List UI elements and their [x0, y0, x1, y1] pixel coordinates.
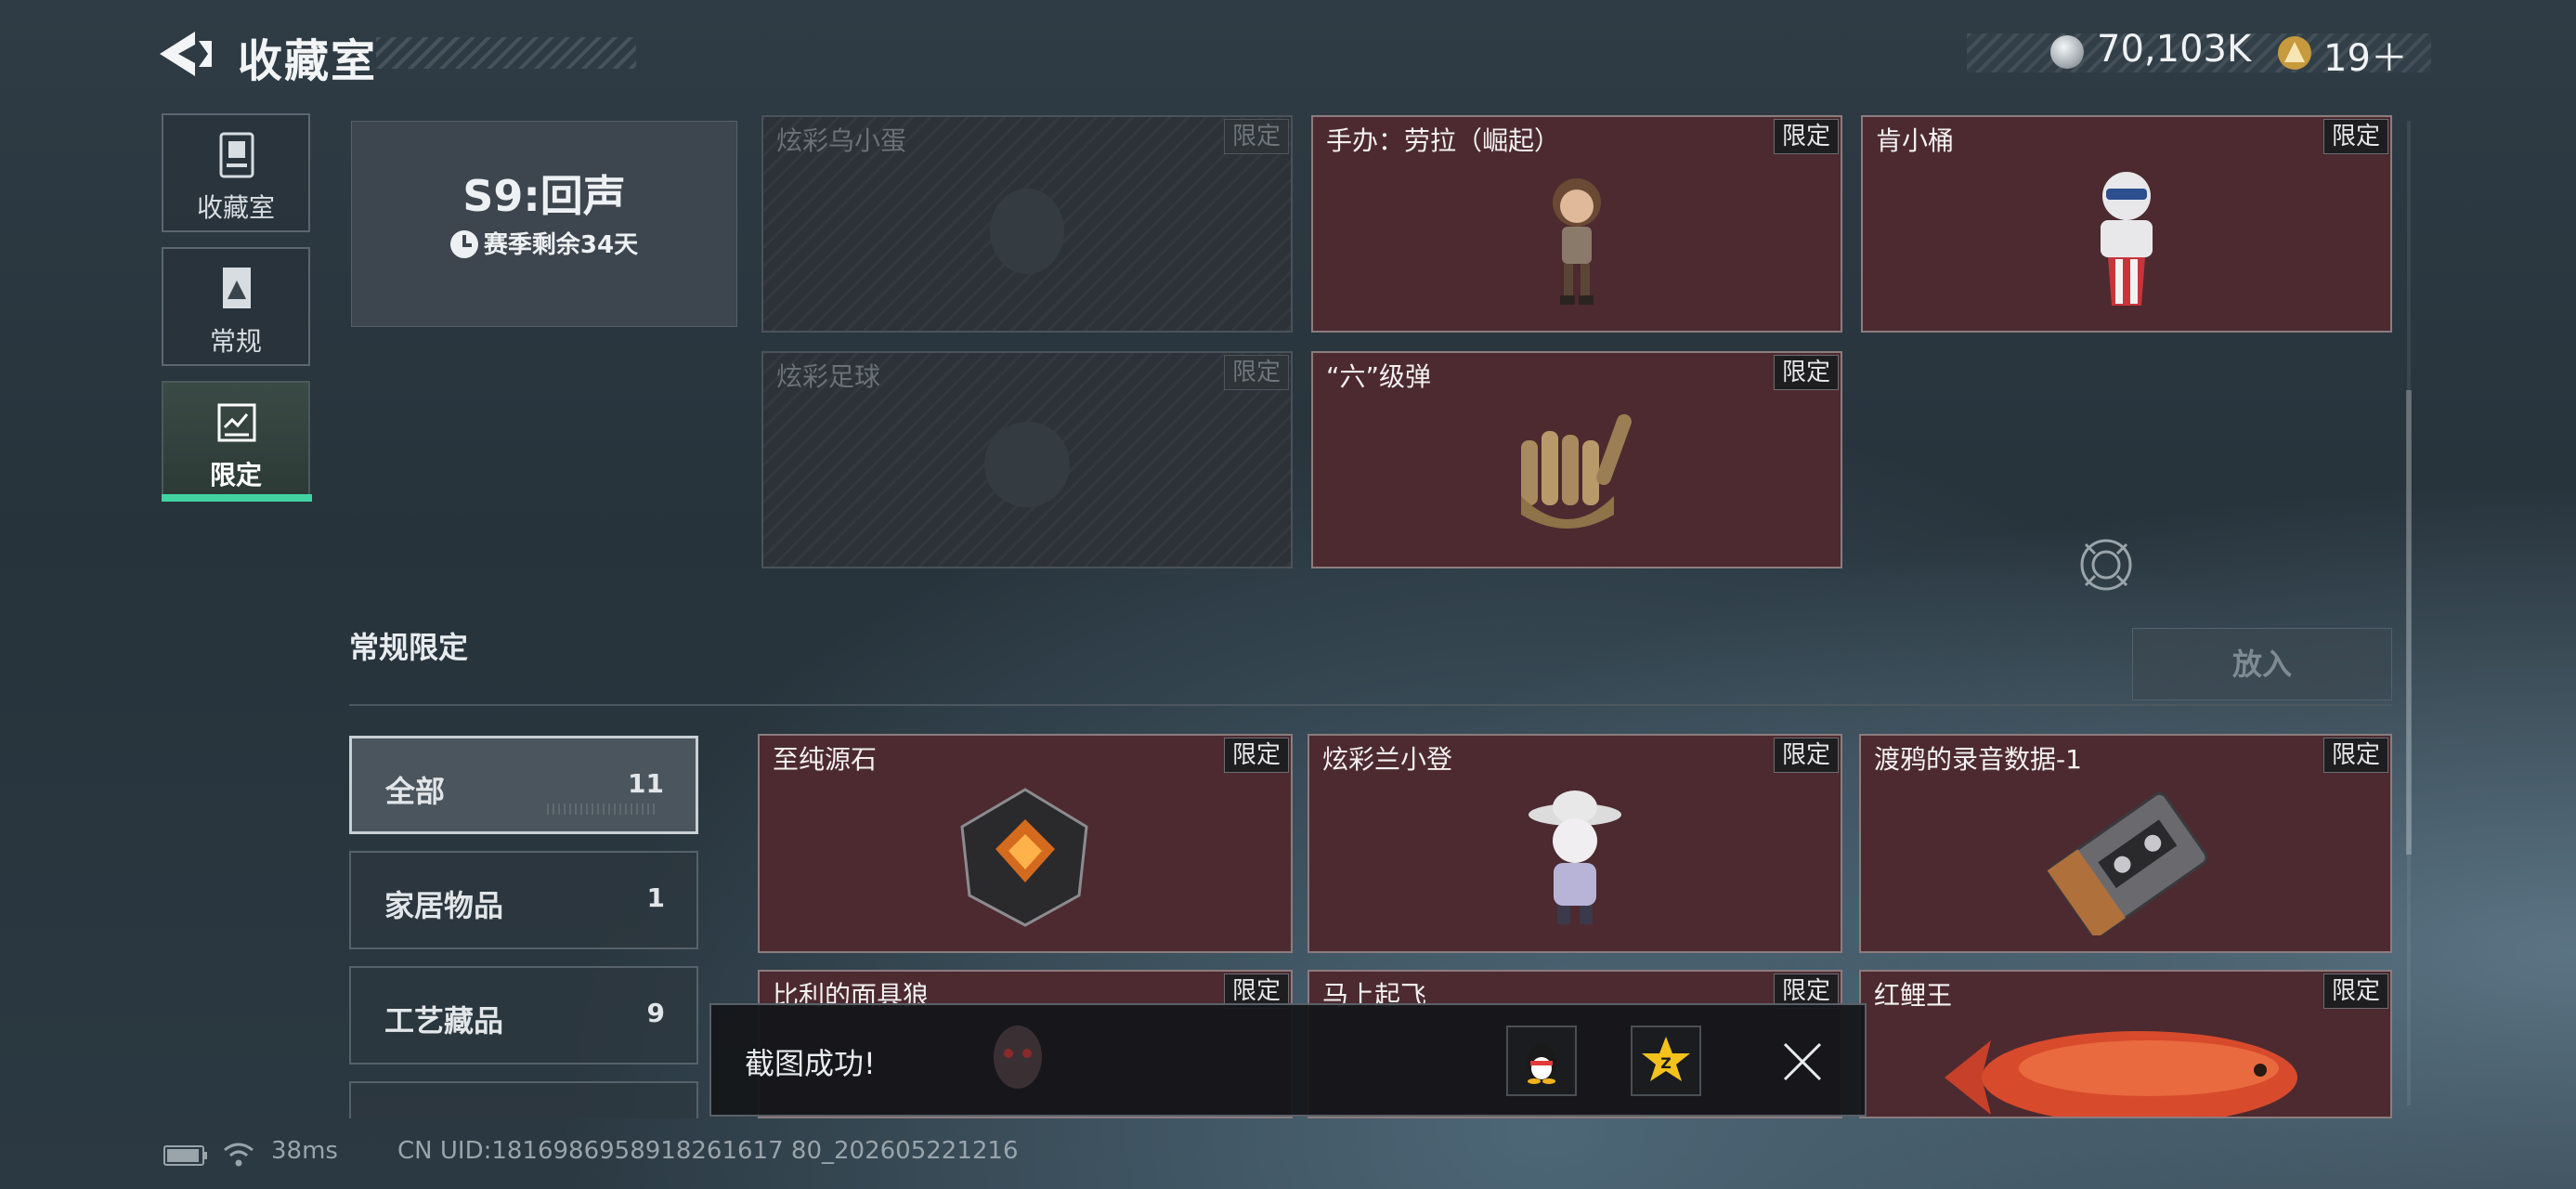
filter-more[interactable]: [349, 1081, 698, 1118]
limited-icon: [217, 403, 256, 442]
currency-secondary-value[interactable]: 19＋: [2323, 28, 2408, 82]
item-card[interactable]: 炫彩兰小登 限定: [1308, 734, 1842, 953]
sidebar-item-label: 收藏室: [196, 192, 275, 223]
active-tab-indicator: [162, 494, 312, 502]
egg-silhouette-icon: [990, 188, 1064, 274]
qzone-share-button[interactable]: Z: [1631, 1026, 1701, 1096]
item-name: 渡鸦的录音数据-1: [1874, 744, 2082, 775]
scrollbar-thumb[interactable]: [2406, 390, 2412, 855]
limited-badge: 限定: [1224, 355, 1289, 390]
qq-share-button[interactable]: [1506, 1026, 1577, 1096]
limited-badge: 限定: [1224, 119, 1289, 154]
filter-label: 工艺藏品: [384, 1003, 504, 1039]
item-card[interactable]: 肯小桶 限定: [1861, 115, 2392, 333]
item-card[interactable]: 红鲤王 限定: [1859, 970, 2392, 1118]
sidebar-item-limited[interactable]: 限定: [162, 381, 310, 500]
currency-primary-value: 70,103K: [2097, 28, 2252, 71]
filter-all[interactable]: 全部 11: [349, 736, 698, 834]
limited-badge: 限定: [2323, 973, 2388, 1009]
filter-count: 9: [646, 998, 665, 1028]
item-name: 肯小桶: [1876, 125, 1955, 156]
item-name: 炫彩乌小蛋: [776, 125, 907, 156]
qzone-star-icon: Z: [1642, 1037, 1690, 1081]
sidebar-item-label: 常规: [209, 326, 262, 357]
item-card[interactable]: 至纯源石 限定: [758, 734, 1293, 953]
bullet-hand-icon: [1521, 413, 1632, 529]
season-remaining-text: 赛季剩余34天: [483, 231, 639, 259]
item-name: 炫彩足球: [776, 361, 881, 392]
cassette-tape-icon: [2047, 791, 2208, 935]
clock-icon: [449, 230, 478, 258]
svg-text:Z: Z: [1660, 1054, 1672, 1072]
football-silhouette-icon: [984, 421, 1070, 507]
silver-coin-icon: [2050, 35, 2084, 69]
item-name: 至纯源石: [773, 744, 878, 775]
cabinet-icon: [219, 132, 254, 178]
limited-badge: 限定: [1774, 738, 1839, 773]
item-card[interactable]: “六”级弹 限定: [1311, 351, 1842, 568]
back-arrow-icon[interactable]: [158, 30, 214, 78]
section-divider: [349, 704, 2392, 706]
uid-readout: CN UID:1816986958918261617 80_2026052212…: [397, 1137, 1019, 1165]
ping-readout: 38ms: [271, 1137, 338, 1165]
title-decoration: [376, 37, 636, 69]
limited-badge: 限定: [1774, 119, 1839, 154]
item-card[interactable]: 手办：劳拉（崛起） 限定: [1311, 115, 1842, 333]
place-in-button[interactable]: 放入: [2132, 628, 2392, 700]
target-reticle-icon[interactable]: [2076, 535, 2136, 594]
mask-thumbnail-icon: [994, 1026, 1042, 1089]
bucket-figure-icon: [2101, 172, 2153, 307]
screenshot-toast: 截图成功! Z: [709, 1003, 1867, 1117]
battery-icon: [163, 1145, 207, 1166]
red-carp-icon: [1945, 1031, 2297, 1117]
season-remaining: 赛季剩余34天: [352, 226, 736, 260]
sombrero-figure-icon: [1529, 790, 1621, 924]
limited-badge: 限定: [2323, 738, 2388, 773]
season-card[interactable]: S9:回声 赛季剩余34天: [351, 121, 737, 327]
filter-decoration: [547, 804, 658, 815]
section-title: 常规限定: [349, 630, 469, 665]
item-name: “六”级弹: [1326, 361, 1432, 392]
close-icon[interactable]: [1779, 1039, 1826, 1085]
sidebar-item-label: 限定: [209, 460, 262, 490]
filter-crafts[interactable]: 工艺藏品 9: [349, 966, 698, 1065]
limited-badge: 限定: [1774, 355, 1839, 390]
wifi-icon: [224, 1143, 254, 1167]
item-name: 手办：劳拉（崛起）: [1326, 125, 1561, 156]
item-name: 炫彩兰小登: [1322, 744, 1453, 775]
item-card-locked[interactable]: 炫彩足球 限定: [761, 351, 1293, 568]
limited-badge: 限定: [2323, 119, 2388, 154]
toast-message: 截图成功!: [745, 1046, 876, 1081]
item-card[interactable]: 渡鸦的录音数据-1 限定: [1859, 734, 2392, 953]
document-icon: [223, 268, 251, 308]
qq-penguin-icon: [1527, 1044, 1556, 1084]
item-name: 红鲤王: [1874, 980, 1953, 1011]
sidebar-item-collection-room[interactable]: 收藏室: [162, 113, 310, 232]
filter-label: 家居物品: [384, 888, 504, 923]
sidebar-item-regular[interactable]: 常规: [162, 247, 310, 366]
item-card-locked[interactable]: 炫彩乌小蛋 限定: [761, 115, 1293, 333]
gold-token-icon: [2278, 36, 2311, 70]
page-title: 收藏室: [238, 35, 378, 87]
season-title: S9:回声: [462, 171, 626, 221]
limited-badge: 限定: [1224, 738, 1289, 773]
originium-stone-icon: [960, 788, 1088, 927]
filter-label: 全部: [385, 774, 446, 809]
filter-home-items[interactable]: 家居物品 1: [349, 851, 698, 949]
filter-count: 11: [628, 768, 664, 799]
filter-count: 1: [646, 882, 665, 913]
lara-figure-icon: [1553, 178, 1601, 306]
